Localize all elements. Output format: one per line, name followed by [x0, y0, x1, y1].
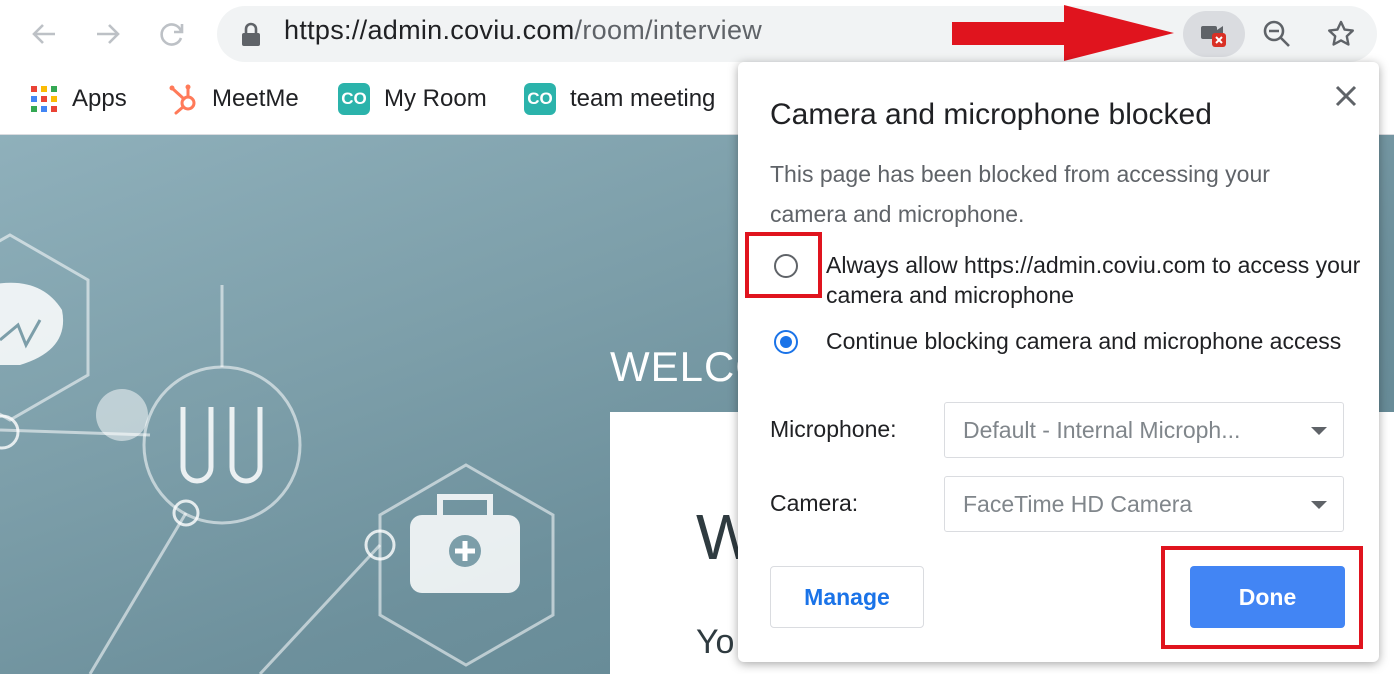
coviu-logo-icon: CO [338, 83, 370, 115]
url-host: https://admin.coviu.com [284, 15, 575, 45]
manage-button[interactable]: Manage [770, 566, 924, 628]
forward-arrow-icon [97, 24, 120, 44]
camera-label: Camera: [770, 490, 859, 516]
forward-button[interactable] [88, 14, 128, 54]
star-icon [1328, 20, 1354, 46]
apps-grid-icon [31, 86, 57, 112]
camera-value: FaceTime HD Camera [963, 491, 1193, 517]
close-icon [1335, 85, 1357, 107]
bookmark-label: Apps [72, 85, 127, 112]
dropdown-caret-icon [1311, 427, 1327, 435]
camera-blocked-icon [1201, 26, 1226, 47]
bookmark-label: My Room [384, 85, 487, 112]
popup-title: Camera and microphone blocked [770, 98, 1212, 131]
microphone-value: Default - Internal Microph... [963, 417, 1241, 443]
back-button[interactable] [24, 14, 64, 54]
camera-blocked-button[interactable] [1183, 11, 1245, 57]
popup-description: This page has been blocked from accessin… [770, 161, 1270, 227]
reload-button[interactable] [152, 14, 192, 54]
url-text[interactable]: https://admin.coviu.com/room/interview [284, 15, 762, 46]
bookmark-team-meeting[interactable]: CO team meeting [524, 82, 715, 116]
hubspot-icon [169, 84, 196, 115]
zoom-out-icon [1263, 20, 1290, 47]
bookmark-apps[interactable]: Apps [30, 82, 127, 116]
camera-select[interactable]: FaceTime HD Camera [944, 476, 1344, 532]
url-path: /room/interview [574, 15, 763, 45]
radio-continue-blocking[interactable] [774, 330, 798, 354]
reload-icon [160, 23, 184, 46]
lock-icon [242, 22, 260, 46]
zoom-button[interactable] [1256, 14, 1298, 54]
annotation-box-done [1161, 546, 1363, 649]
annotation-arrow [952, 5, 1174, 61]
medical-illustration [0, 233, 555, 674]
bookmark-star-button[interactable] [1320, 14, 1362, 54]
coviu-logo-icon: CO [524, 83, 556, 115]
bookmark-label: team meeting [570, 85, 716, 112]
annotation-box-radio [745, 232, 822, 298]
microphone-label: Microphone: [770, 416, 897, 442]
card-subtitle: Yo [696, 623, 735, 661]
option-continue-blocking-label[interactable]: Continue blocking camera and microphone … [826, 326, 1366, 356]
dropdown-caret-icon [1311, 501, 1327, 509]
bookmark-meetme[interactable]: MeetMe [168, 82, 299, 116]
back-arrow-icon [32, 24, 55, 44]
option-always-allow-label[interactable]: Always allow https://admin.coviu.com to … [826, 250, 1366, 310]
close-button[interactable] [1332, 82, 1360, 110]
browser-toolbar: https://admin.coviu.com/room/interview [0, 0, 1394, 68]
bookmark-my-room[interactable]: CO My Room [338, 82, 487, 116]
microphone-select[interactable]: Default - Internal Microph... [944, 402, 1344, 458]
bookmark-label: MeetMe [212, 85, 299, 112]
